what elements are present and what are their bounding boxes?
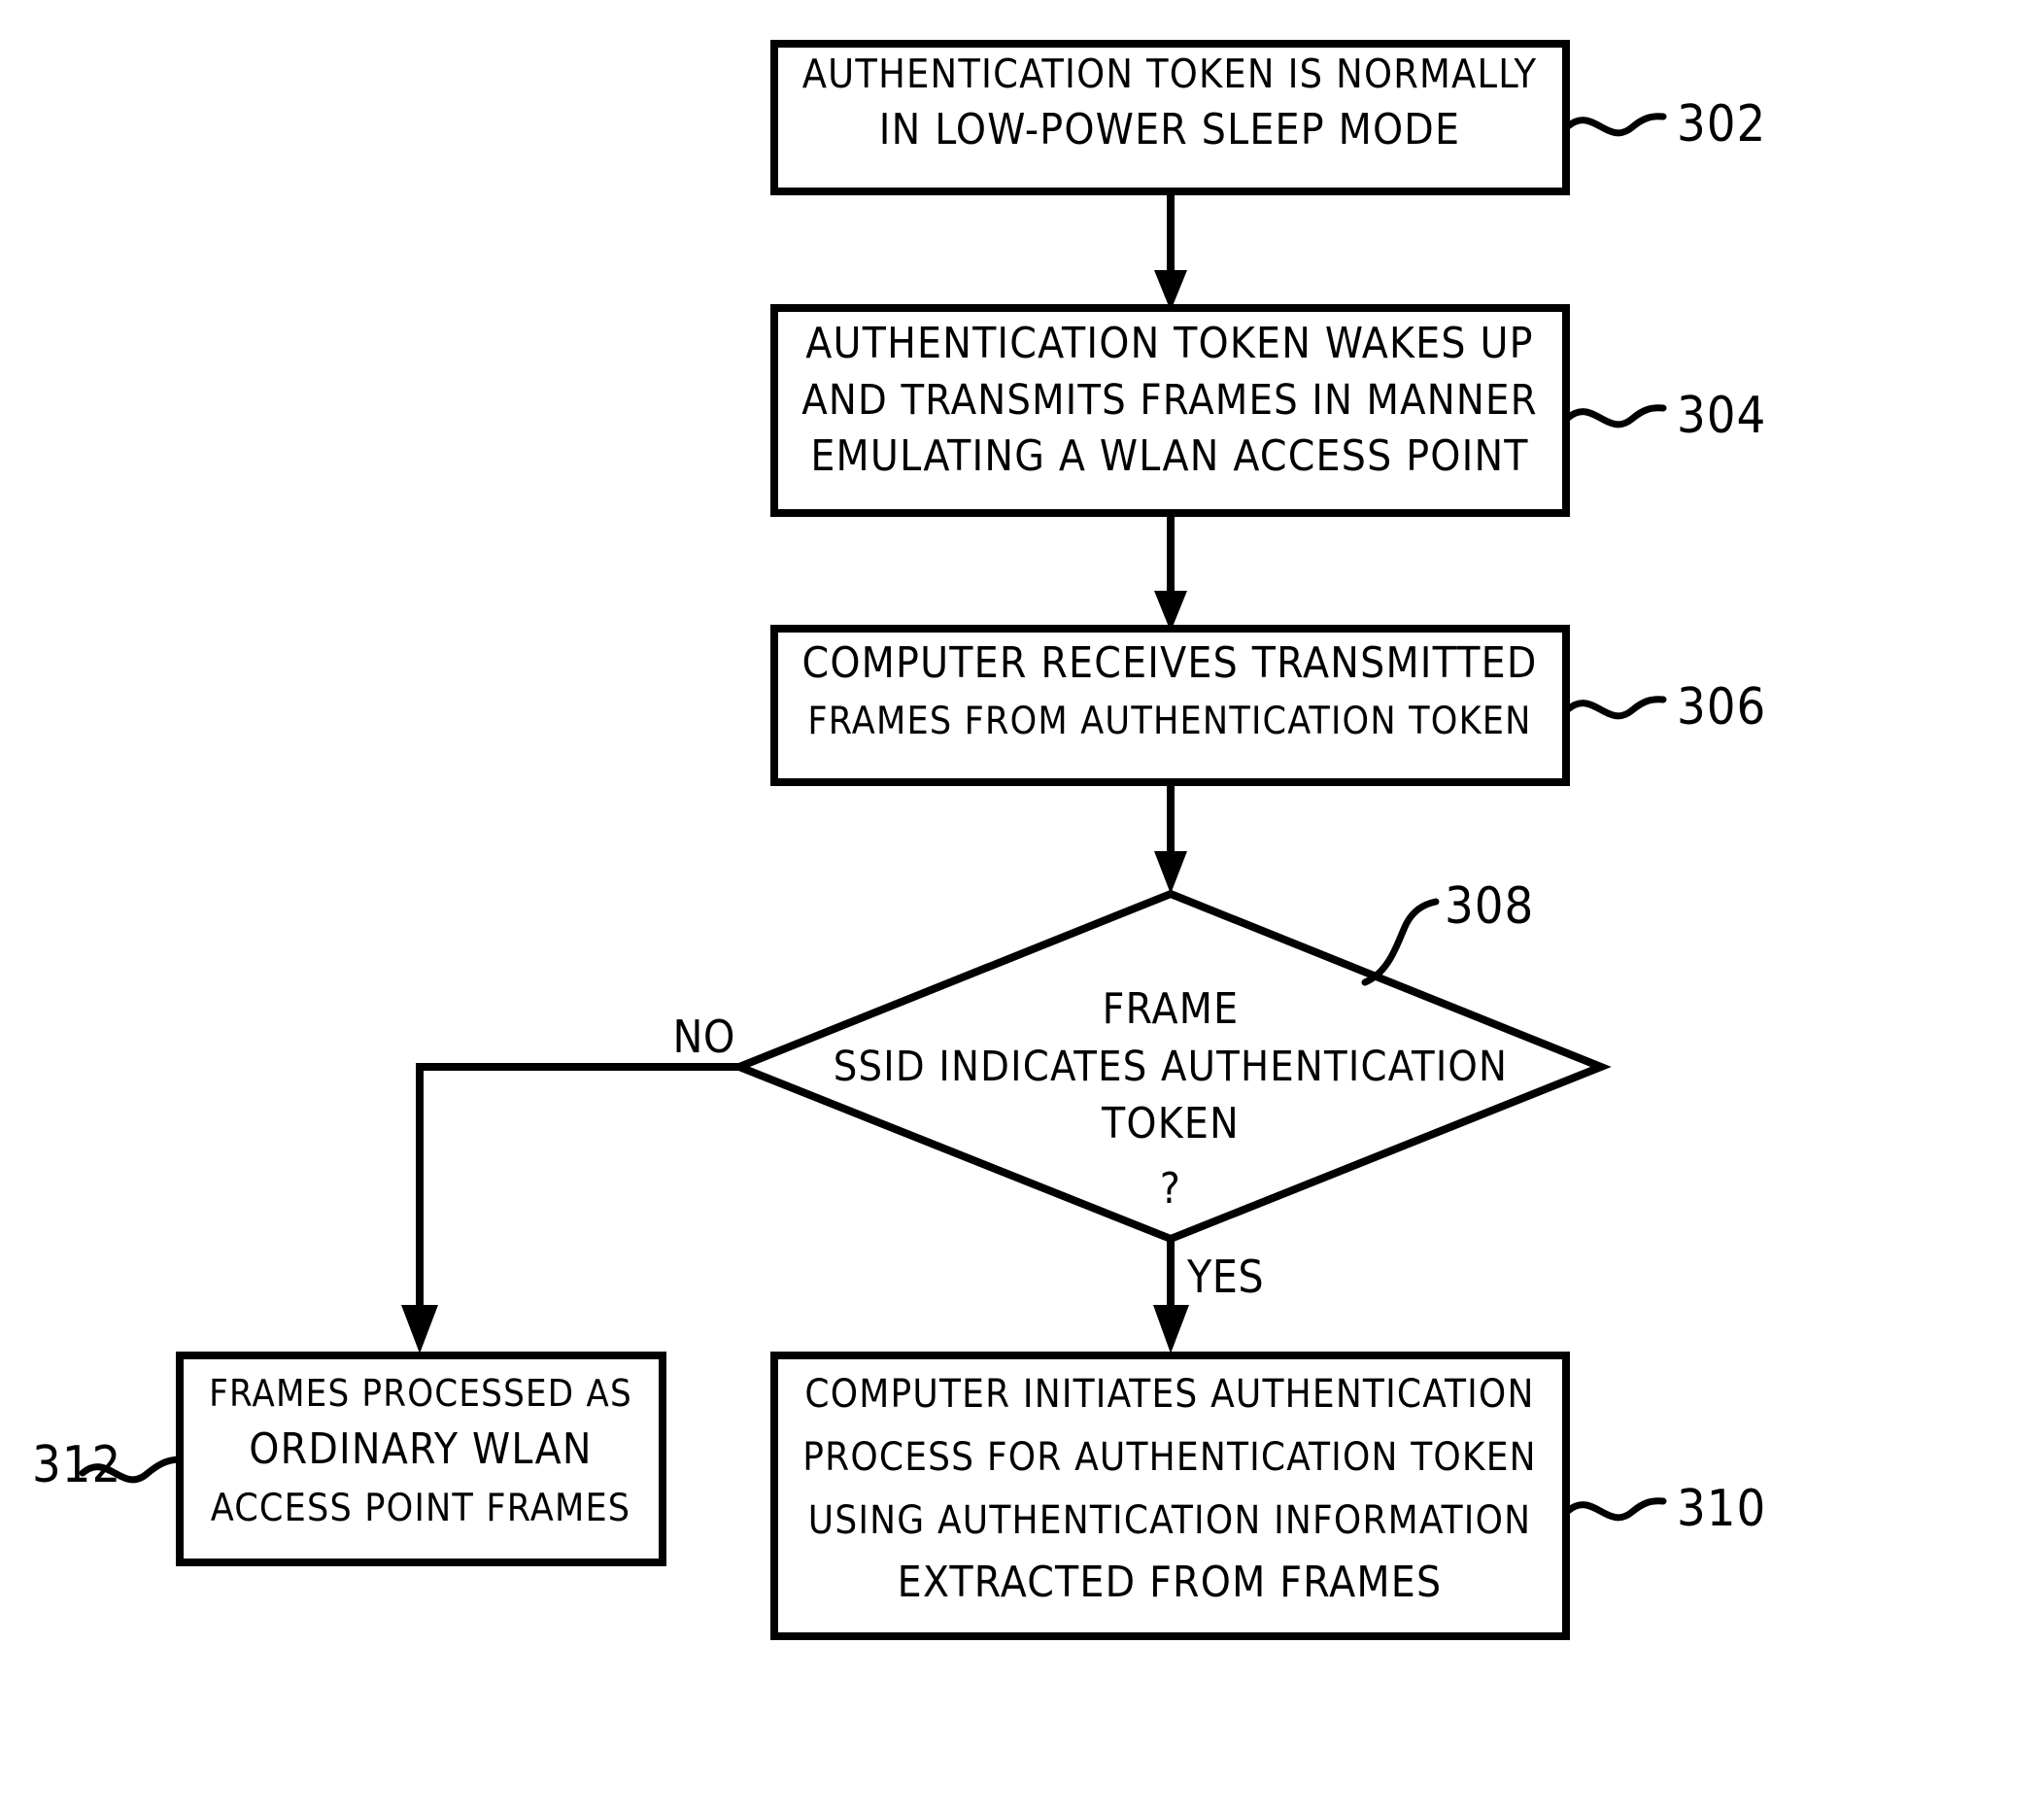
- node-310-line-3: USING AUTHENTICATION INFORMATION: [808, 1498, 1531, 1543]
- node-306[interactable]: COMPUTER RECEIVES TRANSMITTED FRAMES FRO…: [770, 625, 1570, 786]
- leader-line-306: [1564, 696, 1667, 720]
- node-304-line-2: AND TRANSMITS FRAMES IN MANNER: [801, 376, 1538, 425]
- node-302-line-1: AUTHENTICATION TOKEN IS NORMALLY: [802, 51, 1538, 97]
- edge-308-yes-to-310: [1153, 1239, 1189, 1353]
- leader-line-308: [1361, 898, 1440, 986]
- reference-304: 304: [1564, 387, 1766, 445]
- node-312[interactable]: FRAMES PROCESSED AS ORDINARY WLAN ACCESS…: [176, 1352, 666, 1566]
- node-308-line-2: SSID INDICATES AUTHENTICATION: [834, 1043, 1508, 1091]
- leader-line-304: [1564, 404, 1667, 428]
- reference-number-304: 304: [1677, 387, 1766, 445]
- reference-number-312: 312: [32, 1436, 121, 1494]
- node-306-line-1: COMPUTER RECEIVES TRANSMITTED: [801, 638, 1537, 688]
- flowchart-canvas: AUTHENTICATION TOKEN IS NORMALLY IN LOW-…: [32, 40, 1766, 1640]
- edge-302-to-304: [1154, 191, 1187, 311]
- edge-304-to-306: [1154, 513, 1187, 632]
- leader-line-310: [1564, 1497, 1667, 1522]
- leader-line-302: [1564, 113, 1667, 137]
- node-310-line-4: EXTRACTED FROM FRAMES: [898, 1558, 1443, 1607]
- node-308-line-3: TOKEN: [1101, 1099, 1240, 1148]
- node-310[interactable]: COMPUTER INITIATES AUTHENTICATION PROCES…: [770, 1352, 1570, 1640]
- reference-310: 310: [1564, 1480, 1766, 1538]
- branch-label-no: NO: [672, 1011, 735, 1063]
- edge-306-to-308: [1154, 782, 1187, 894]
- reference-number-310: 310: [1677, 1480, 1766, 1538]
- arrowhead-icon: [1153, 1305, 1189, 1353]
- arrowhead-icon: [1154, 851, 1187, 894]
- reference-number-306: 306: [1677, 678, 1766, 737]
- node-304[interactable]: AUTHENTICATION TOKEN WAKES UP AND TRANSM…: [770, 304, 1570, 517]
- node-312-line-2: ORDINARY WLAN: [249, 1424, 592, 1474]
- node-308-line-4: ?: [1160, 1164, 1181, 1214]
- edge-308-no-to-312: [401, 1063, 738, 1353]
- arrowhead-icon: [401, 1305, 438, 1353]
- branch-label-yes: YES: [1186, 1251, 1264, 1303]
- node-312-line-1: FRAMES PROCESSED AS: [209, 1372, 632, 1415]
- reference-312: 312: [32, 1436, 182, 1494]
- node-308-line-1: FRAME: [1103, 984, 1240, 1034]
- flowchart-figure: AUTHENTICATION TOKEN IS NORMALLY IN LOW-…: [0, 0, 2044, 1816]
- node-304-line-3: EMULATING A WLAN ACCESS POINT: [810, 431, 1528, 481]
- reference-306: 306: [1564, 678, 1766, 737]
- reference-302: 302: [1564, 95, 1766, 154]
- node-302[interactable]: AUTHENTICATION TOKEN IS NORMALLY IN LOW-…: [770, 40, 1570, 195]
- node-308[interactable]: FRAME SSID INDICATES AUTHENTICATION TOKE…: [729, 889, 1612, 1244]
- reference-308: 308: [1361, 877, 1534, 986]
- node-304-line-1: AUTHENTICATION TOKEN WAKES UP: [805, 319, 1534, 368]
- node-302-line-2: IN LOW-POWER SLEEP MODE: [879, 105, 1460, 154]
- reference-number-308: 308: [1445, 877, 1534, 936]
- node-310-line-2: PROCESS FOR AUTHENTICATION TOKEN: [802, 1435, 1537, 1480]
- node-310-line-1: COMPUTER INITIATES AUTHENTICATION: [804, 1372, 1534, 1417]
- node-312-line-3: ACCESS POINT FRAMES: [211, 1487, 631, 1530]
- reference-number-302: 302: [1677, 95, 1766, 154]
- node-306-line-2: FRAMES FROM AUTHENTICATION TOKEN: [807, 700, 1531, 743]
